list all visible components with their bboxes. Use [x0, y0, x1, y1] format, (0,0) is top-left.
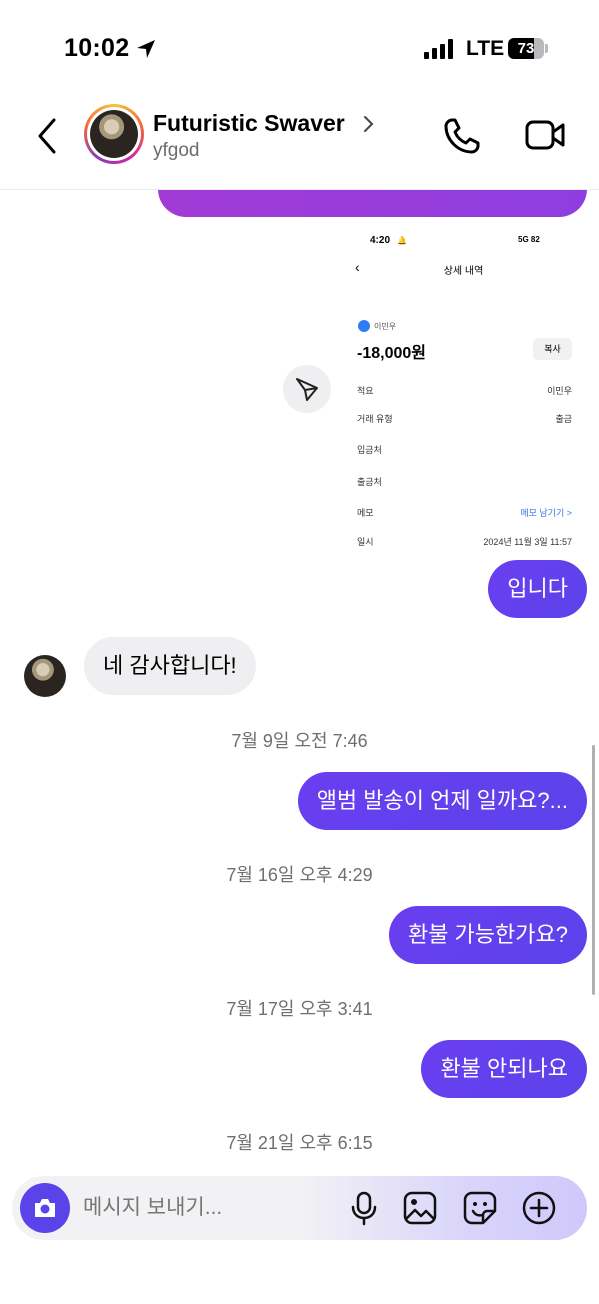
sender-avatar[interactable]	[24, 655, 66, 697]
microphone-icon[interactable]	[345, 1189, 383, 1227]
message-bubble-outgoing[interactable]: 환불 안되나요	[421, 1040, 587, 1098]
avatar-border	[87, 107, 141, 161]
message-timestamp: 7월 9일 오전 7:46	[231, 731, 368, 751]
location-arrow-icon	[137, 40, 155, 58]
phone-icon[interactable]	[442, 116, 482, 156]
battery-icon: 73	[508, 38, 544, 59]
detail-key: 적요	[357, 386, 374, 396]
network-type: LTE	[466, 37, 505, 60]
attachment-status: 5G 82	[518, 235, 540, 244]
camera-icon	[35, 1199, 55, 1217]
chevron-right-icon[interactable]	[361, 114, 375, 134]
chat-header: Futuristic Swaver yfgod	[0, 96, 599, 190]
detail-key: 출금처	[357, 477, 382, 487]
copy-button: 복사	[533, 338, 572, 360]
message-bubble-incoming[interactable]: 네 감사합니다!	[84, 637, 256, 695]
contact-handle: yfgod	[153, 140, 200, 161]
attachment-title: 상세 내역	[443, 266, 484, 277]
message-timestamp: 7월 21일 오후 6:15	[226, 1133, 373, 1153]
detail-value: 출금	[555, 414, 572, 424]
detail-value: 메모 남기기 >	[520, 508, 572, 518]
battery-level: 73	[517, 40, 535, 57]
attachment-time: 4:20	[370, 235, 391, 246]
detail-key: 거래 유형	[357, 414, 393, 424]
detail-value: 2024년 11월 3일 11:57	[483, 537, 572, 547]
battery-nub	[545, 44, 548, 53]
share-button[interactable]	[283, 365, 331, 413]
contact-avatar[interactable]	[84, 104, 144, 164]
signal-icon	[424, 39, 453, 59]
video-camera-icon[interactable]	[524, 118, 566, 152]
send-icon	[296, 378, 318, 401]
message-timestamp: 7월 17일 오후 3:41	[226, 999, 373, 1019]
bell-icon: 🔔	[397, 236, 407, 245]
plus-icon[interactable]	[520, 1189, 558, 1227]
message-bubble-outgoing[interactable]: 입니다	[488, 560, 587, 618]
gallery-icon[interactable]	[401, 1189, 439, 1227]
message-input[interactable]	[83, 1192, 333, 1224]
detail-key: 일시	[357, 537, 374, 547]
detail-key: 메모	[357, 508, 374, 518]
back-icon[interactable]	[32, 116, 64, 156]
amount: -18,000원	[357, 345, 426, 362]
contact-name[interactable]: Futuristic Swaver	[153, 110, 345, 137]
message-list[interactable]: ㅗ 4:20 🔔 5G 82 ‹ 상세 내역 이민우 -18,000원 복사 적…	[0, 190, 599, 1304]
bank-name: 이민우	[374, 322, 397, 331]
message-bubble-outgoing[interactable]: 앨범 발송이 언제 일까요?...	[297, 772, 587, 830]
image-attachment[interactable]: 4:20 🔔 5G 82 ‹ 상세 내역 이민우 -18,000원 복사 적요 …	[340, 230, 587, 552]
avatar-photo	[90, 110, 138, 158]
bank-logo-icon	[358, 320, 370, 332]
sticker-icon[interactable]	[461, 1189, 499, 1227]
message-bubble-outgoing-cut: ㅗ	[158, 190, 587, 217]
message-bubble-outgoing[interactable]: 환불 가능한가요?	[388, 906, 587, 964]
message-timestamp: 7월 16일 오후 4:29	[226, 865, 373, 885]
detail-key: 입금처	[357, 445, 382, 455]
scrollbar[interactable]	[592, 745, 595, 995]
detail-value: 이민우	[547, 386, 572, 396]
status-bar: 10:02 LTE 73	[0, 0, 599, 96]
status-time: 10:02	[64, 34, 130, 62]
camera-button[interactable]	[20, 1183, 70, 1233]
